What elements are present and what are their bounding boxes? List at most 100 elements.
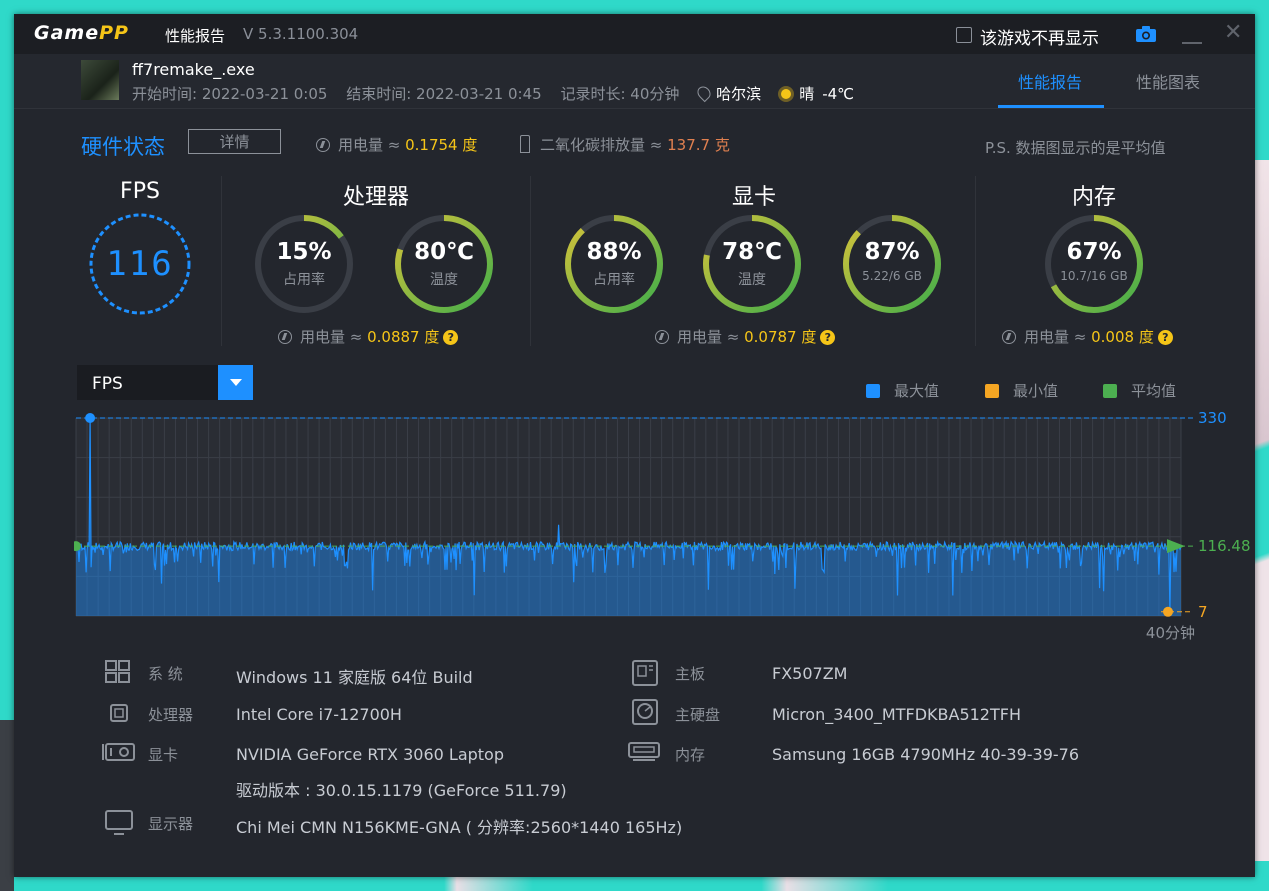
spec-label-system: 系 统 <box>148 665 183 683</box>
version-label: V 5.3.1100.304 <box>243 25 359 43</box>
temperature: -4℃ <box>822 85 855 103</box>
co2-icon <box>520 135 530 153</box>
gpu-temp-value: 78℃ <box>722 239 782 265</box>
cpu-temp-value: 80℃ <box>414 239 474 265</box>
gpu-title: 显卡 <box>731 185 776 210</box>
gpu-temp-gauge: 78℃ 温度 <box>700 212 804 316</box>
end-time: 结束时间: 2022-03-21 0:45 <box>346 85 542 103</box>
gpu-usage-gauge: 88% 占用率 <box>562 212 666 316</box>
gpu-usage-label: 占用率 <box>593 272 635 288</box>
max-value-label: 330 <box>1198 410 1227 427</box>
spec-value-gpu: NVIDIA GeForce RTX 3060 Laptop <box>236 745 504 764</box>
co2-value: 137.7 克 <box>667 136 730 154</box>
cpu-temp-label: 温度 <box>430 272 458 288</box>
divider <box>221 176 222 346</box>
sun-icon <box>781 89 792 99</box>
memory-power-value: 0.008 度 <box>1091 328 1154 346</box>
memory-power-label: 用电量 ≈ <box>1024 328 1092 346</box>
close-button[interactable]: ✕ <box>1224 22 1242 44</box>
power-icon <box>278 330 292 344</box>
hide-game-label[interactable]: 该游戏不再显示 <box>980 24 1099 49</box>
memory-title: 内存 <box>1071 185 1116 210</box>
memory-usage-gauge: 67% 10.7/16 GB <box>1042 212 1146 316</box>
background-art-left <box>0 720 14 891</box>
cpu-usage-value: 15% <box>276 239 332 265</box>
power-value: 0.1754 度 <box>405 136 478 154</box>
spec-label-cpu: 处理器 <box>148 706 194 724</box>
legend-min-label: 最小值 <box>1013 382 1059 400</box>
co2-label: 二氧化碳排放量 ≈ <box>540 136 668 154</box>
location-icon <box>694 83 714 103</box>
co2-emission: 二氧化碳排放量 ≈ 137.7 克 <box>520 134 730 155</box>
power-icon <box>1002 330 1016 344</box>
game-thumbnail <box>81 60 119 100</box>
title-bar: GamePP 性能报告 V 5.3.1100.304 该游戏不再显示 ✕ <box>14 14 1255 54</box>
spec-label-disk: 主硬盘 <box>675 706 721 724</box>
gpu-memory-gauge: 87% 5.22/6 GB <box>840 212 944 316</box>
disk-icon <box>632 699 658 725</box>
spec-label-ram: 内存 <box>675 746 706 764</box>
window-title: 性能报告 <box>165 27 226 45</box>
spec-label-motherboard: 主板 <box>675 665 706 683</box>
game-name: ff7remake_.exe <box>132 60 255 79</box>
gpu-memory-label: 5.22/6 GB <box>862 269 922 283</box>
gpu-power-label: 用电量 ≈ <box>677 328 745 346</box>
memory-usage-value: 67% <box>1066 239 1122 265</box>
avg-value-label: 116.48 <box>1198 537 1251 555</box>
divider <box>975 176 976 346</box>
cpu-power: 用电量 ≈ 0.0887 度? <box>278 326 459 347</box>
power-label: 用电量 ≈ <box>338 136 406 154</box>
tab-performance-report[interactable]: 性能报告 <box>1018 69 1082 93</box>
cpu-power-value: 0.0887 度 <box>367 328 440 346</box>
fps-value: 116 <box>106 244 174 284</box>
power-icon <box>316 138 330 152</box>
spec-value-system: Windows 11 家庭版 64位 Build <box>236 668 473 687</box>
spec-label-monitor: 显示器 <box>148 815 194 833</box>
gpu-temp-label: 温度 <box>738 272 766 288</box>
help-icon[interactable]: ? <box>820 330 836 345</box>
spec-value-cpu: Intel Core i7-12700H <box>236 705 402 724</box>
spec-value-driver: 驱动版本 : 30.0.15.1179 (GeForce 511.79) <box>236 781 567 800</box>
camera-icon[interactable] <box>1135 25 1157 43</box>
chevron-down-icon[interactable] <box>218 365 253 400</box>
ram-icon <box>628 742 660 761</box>
gpu-power: 用电量 ≈ 0.0787 度? <box>655 326 836 347</box>
minimize-button[interactable] <box>1182 26 1202 44</box>
system-icon <box>105 660 130 683</box>
help-icon[interactable]: ? <box>1157 330 1173 345</box>
gpu-memory-value: 87% <box>864 239 920 265</box>
report-window: GamePP 性能报告 V 5.3.1100.304 该游戏不再显示 ✕ ff7… <box>14 14 1255 877</box>
spec-label-gpu: 显卡 <box>148 746 179 764</box>
legend-avg-swatch <box>1103 384 1117 398</box>
tab-performance-chart[interactable]: 性能图表 <box>1136 69 1200 93</box>
spec-value-ram: Samsung 16GB 4790MHz 40-39-39-76 <box>772 745 1080 764</box>
duration: 记录时长: 40分钟 <box>560 85 680 103</box>
legend-min: 最小值 <box>985 380 1058 401</box>
help-icon[interactable]: ? <box>443 330 459 345</box>
gpu-icon <box>102 743 135 761</box>
metric-select-value[interactable]: FPS <box>92 374 123 394</box>
gamepp-logo: GamePP <box>34 22 129 44</box>
min-marker <box>1163 606 1173 617</box>
legend-avg: 平均值 <box>1103 380 1176 401</box>
legend-max-swatch <box>866 384 880 398</box>
legend-max: 最大值 <box>866 380 939 401</box>
legend-max-label: 最大值 <box>894 382 940 400</box>
game-meta: 开始时间: 2022-03-21 0:05 结束时间: 2022-03-21 0… <box>132 83 868 104</box>
cpu-usage-label: 占用率 <box>283 272 325 288</box>
city: 哈尔滨 <box>716 85 762 103</box>
max-marker <box>85 413 96 423</box>
total-power: 用电量 ≈ 0.1754 度 <box>316 134 477 155</box>
spec-value-monitor: Chi Mei CMN N156KME-GNA ( 分辨率:2560*1440 … <box>236 818 683 837</box>
hide-game-checkbox[interactable] <box>956 27 972 43</box>
legend-avg-label: 平均值 <box>1131 382 1177 400</box>
fps-title: FPS <box>120 179 160 204</box>
detail-button[interactable]: 详情 <box>188 129 281 154</box>
divider <box>530 176 531 346</box>
gpu-power-value: 0.0787 度 <box>744 328 817 346</box>
fps-chart: 330 116.48 740分钟 <box>74 410 1251 642</box>
cpu-power-label: 用电量 ≈ <box>300 328 368 346</box>
legend-min-swatch <box>985 384 999 398</box>
x-end-label: 40分钟 <box>1146 624 1195 642</box>
cpu-icon <box>110 704 128 722</box>
